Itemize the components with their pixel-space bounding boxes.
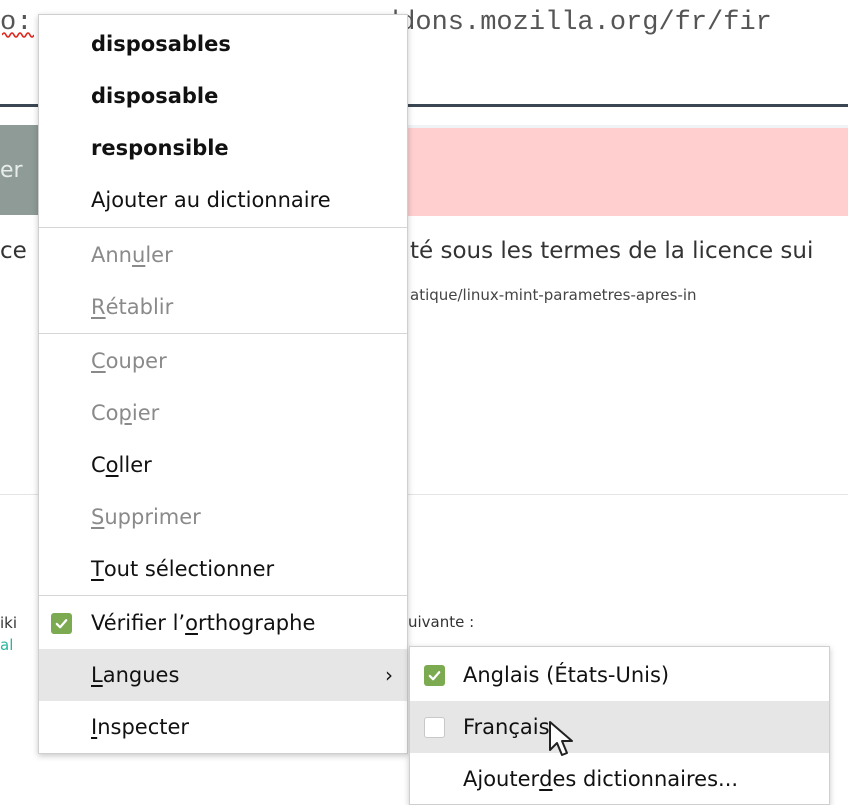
delete-label-after: upprimer [104, 505, 201, 529]
menu-separator [39, 595, 407, 596]
cut-accesskey: C [91, 349, 106, 373]
copy-item[interactable]: Co p ier [39, 387, 407, 439]
source-url-text: atique/linux-mint-parametres-apres-in [410, 286, 697, 304]
redo-item[interactable]: Rétablir [39, 281, 407, 333]
license-text-left: ce [0, 238, 27, 264]
inspect-label-after: nspecter [97, 715, 190, 739]
select-all-item[interactable]: Tout sélectionner [39, 543, 407, 595]
paste-label-before: C [91, 453, 106, 477]
checkbox-checked-icon [424, 664, 445, 686]
delete-accesskey: S [91, 505, 105, 529]
cut-item[interactable]: Couper [39, 335, 407, 387]
error-bar [408, 125, 848, 216]
mouse-pointer-icon [549, 721, 573, 756]
spelling-error-squiggle [2, 32, 34, 38]
languages-accesskey: L [91, 663, 103, 687]
url-text: ddons.mozilla.org/fr/fir [383, 8, 772, 38]
cut-label-after: ouper [105, 349, 167, 373]
menu-separator [39, 333, 407, 334]
license-text: té sous les termes de la licence sui [410, 238, 814, 264]
spellcheck-item[interactable]: Vérifier l’ o rthographe [39, 597, 407, 649]
copy-accesskey: p [118, 401, 132, 425]
inspect-item[interactable]: Inspecter [39, 701, 407, 753]
copy-label-after: ier [131, 401, 160, 425]
paste-item[interactable]: Co ller [39, 439, 407, 491]
checkmark-icon [428, 670, 441, 680]
select-all-label-after: out sélectionner [103, 557, 275, 581]
add-dictionaries-accesskey: d [539, 767, 553, 791]
following-text: uivante : [408, 613, 475, 631]
suggestion-disposables[interactable]: disposables [39, 18, 407, 70]
select-all-accesskey: T [91, 557, 104, 581]
page: o: ddons.mozilla.org/fr/fir er ce té sou… [0, 0, 848, 805]
context-menu: disposables disposable responsible Ajout… [38, 14, 408, 754]
undo-label-before: Ann [91, 243, 132, 267]
copy-label-before: Co [91, 401, 119, 425]
gray-button-text: er [0, 158, 23, 183]
spellcheck-label-after: rthographe [197, 611, 316, 635]
languages-item[interactable]: Langues › [39, 649, 407, 701]
languages-submenu: Anglais (États-Unis) Français Ajouter de… [409, 646, 830, 805]
menu-separator [39, 227, 407, 228]
add-dictionaries-label-before: Ajouter [463, 767, 540, 791]
add-to-dictionary-item[interactable]: Ajouter au dictionnaire [39, 174, 407, 226]
language-english-item[interactable]: Anglais (États-Unis) [410, 649, 829, 701]
languages-label-after: angues [102, 663, 180, 687]
language-french-item[interactable]: Français [410, 701, 829, 753]
checkbox-unchecked-icon [424, 716, 445, 738]
chevron-right-icon: › [385, 663, 393, 687]
suggestion-responsible[interactable]: responsible [39, 122, 407, 174]
paste-label-after: ller [118, 453, 152, 477]
checkmark-icon [55, 618, 68, 628]
add-dictionaries-item[interactable]: Ajouter d es dictionnaires... [410, 753, 829, 805]
redo-label-after: établir [105, 295, 174, 319]
language-english-label: Anglais (États-Unis) [463, 663, 670, 687]
language-french-label: Français [463, 715, 550, 739]
link-text-left[interactable]: al [0, 636, 13, 654]
undo-label-after: ler [145, 243, 173, 267]
suggestion-disposable[interactable]: disposable [39, 70, 407, 122]
spellcheck-label-before: Vérifier l’ [91, 611, 186, 635]
wiki-text-left: iki [0, 614, 18, 632]
undo-item[interactable]: Ann u ler [39, 229, 407, 281]
undo-accesskey: u [132, 243, 146, 267]
checkbox-checked-icon [51, 612, 72, 634]
spellcheck-accesskey: o [185, 611, 198, 635]
redo-accesskey: R [91, 295, 106, 319]
add-dictionaries-label-after: es dictionnaires... [552, 767, 739, 791]
delete-item[interactable]: Supprimer [39, 491, 407, 543]
paste-accesskey: o [105, 453, 119, 477]
